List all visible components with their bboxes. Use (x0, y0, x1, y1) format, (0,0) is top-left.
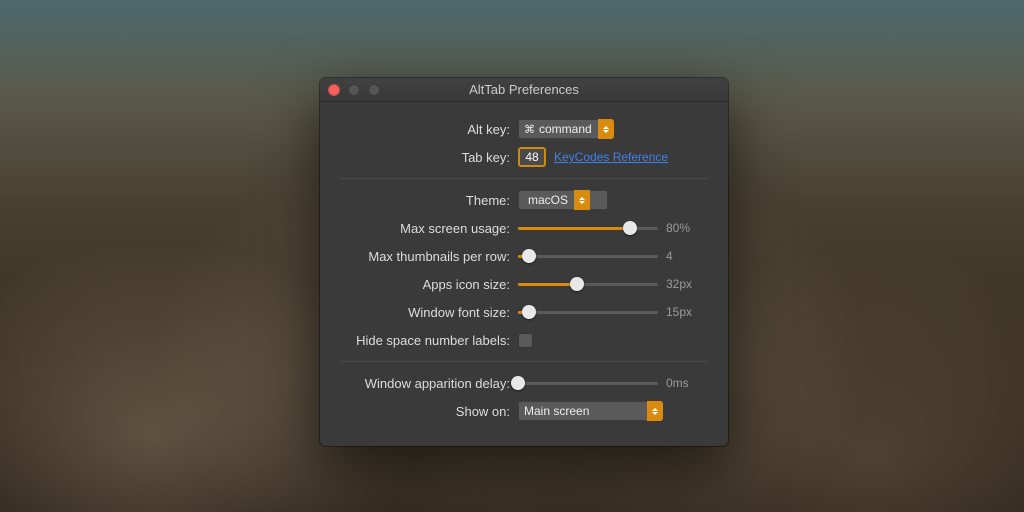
hidespace-label: Hide space number labels: (340, 333, 518, 348)
minimize-icon[interactable] (348, 84, 360, 96)
separator (340, 361, 708, 362)
hidespace-checkbox[interactable] (518, 333, 533, 348)
appdelay-value: 0ms (666, 376, 706, 390)
fontsize-value: 15px (666, 305, 706, 319)
row-altkey: Alt key: ⌘ command (340, 118, 708, 140)
iconsize-value: 32px (666, 277, 706, 291)
row-tabkey: Tab key: 48 KeyCodes Reference (340, 146, 708, 168)
altkey-value: command (539, 122, 592, 136)
maxscreen-slider[interactable] (518, 220, 658, 236)
maxscreen-label: Max screen usage: (340, 221, 518, 236)
stepper-arrows-icon (598, 119, 614, 139)
command-icon: ⌘ (524, 123, 535, 136)
fontsize-slider[interactable] (518, 304, 658, 320)
altkey-label: Alt key: (340, 122, 518, 137)
row-theme: Theme: macOS (340, 189, 708, 211)
maxthumbs-label: Max thumbnails per row: (340, 249, 518, 264)
altkey-select[interactable]: ⌘ command (518, 119, 614, 139)
row-fontsize: Window font size: 15px (340, 301, 708, 323)
appdelay-label: Window apparition delay: (340, 376, 518, 391)
appdelay-slider[interactable] (518, 375, 658, 391)
row-hidespace: Hide space number labels: (340, 329, 708, 351)
showon-select[interactable]: Main screen (518, 401, 663, 421)
preferences-window: AltTab Preferences Alt key: ⌘ command Ta… (320, 78, 728, 446)
row-maxscreen: Max screen usage: 80% (340, 217, 708, 239)
titlebar: AltTab Preferences (320, 78, 728, 102)
close-icon[interactable] (328, 84, 340, 96)
zoom-icon[interactable] (368, 84, 380, 96)
row-maxthumbs: Max thumbnails per row: 4 (340, 245, 708, 267)
keycodes-link[interactable]: KeyCodes Reference (554, 150, 668, 164)
row-showon: Show on: Main screen (340, 400, 708, 422)
iconsize-slider[interactable] (518, 276, 658, 292)
window-title: AltTab Preferences (320, 82, 728, 97)
maxthumbs-value: 4 (666, 249, 706, 263)
row-iconsize: Apps icon size: 32px (340, 273, 708, 295)
row-appdelay: Window apparition delay: 0ms (340, 372, 708, 394)
traffic-lights (328, 84, 380, 96)
theme-value: macOS (528, 193, 568, 207)
maxscreen-value: 80% (666, 221, 706, 235)
maxthumbs-slider[interactable] (518, 248, 658, 264)
separator (340, 178, 708, 179)
showon-value: Main screen (524, 404, 589, 418)
window-body: Alt key: ⌘ command Tab key: 48 KeyCodes … (320, 102, 728, 446)
tabkey-label: Tab key: (340, 150, 518, 165)
stepper-arrows-icon (574, 190, 590, 210)
tabkey-input[interactable]: 48 (518, 147, 546, 167)
desktop-background: AltTab Preferences Alt key: ⌘ command Ta… (0, 0, 1024, 512)
theme-select[interactable]: macOS (518, 190, 608, 210)
fontsize-label: Window font size: (340, 305, 518, 320)
theme-label: Theme: (340, 193, 518, 208)
showon-label: Show on: (340, 404, 518, 419)
stepper-arrows-icon (647, 401, 663, 421)
iconsize-label: Apps icon size: (340, 277, 518, 292)
